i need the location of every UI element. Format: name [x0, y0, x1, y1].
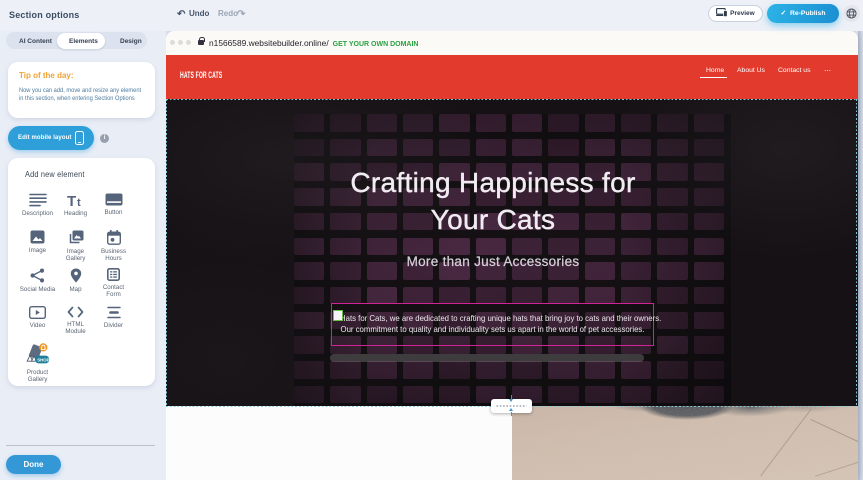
svg-text:t: t: [77, 197, 81, 207]
svg-text:T: T: [67, 193, 76, 207]
svg-text:SHOP: SHOP: [37, 357, 49, 362]
